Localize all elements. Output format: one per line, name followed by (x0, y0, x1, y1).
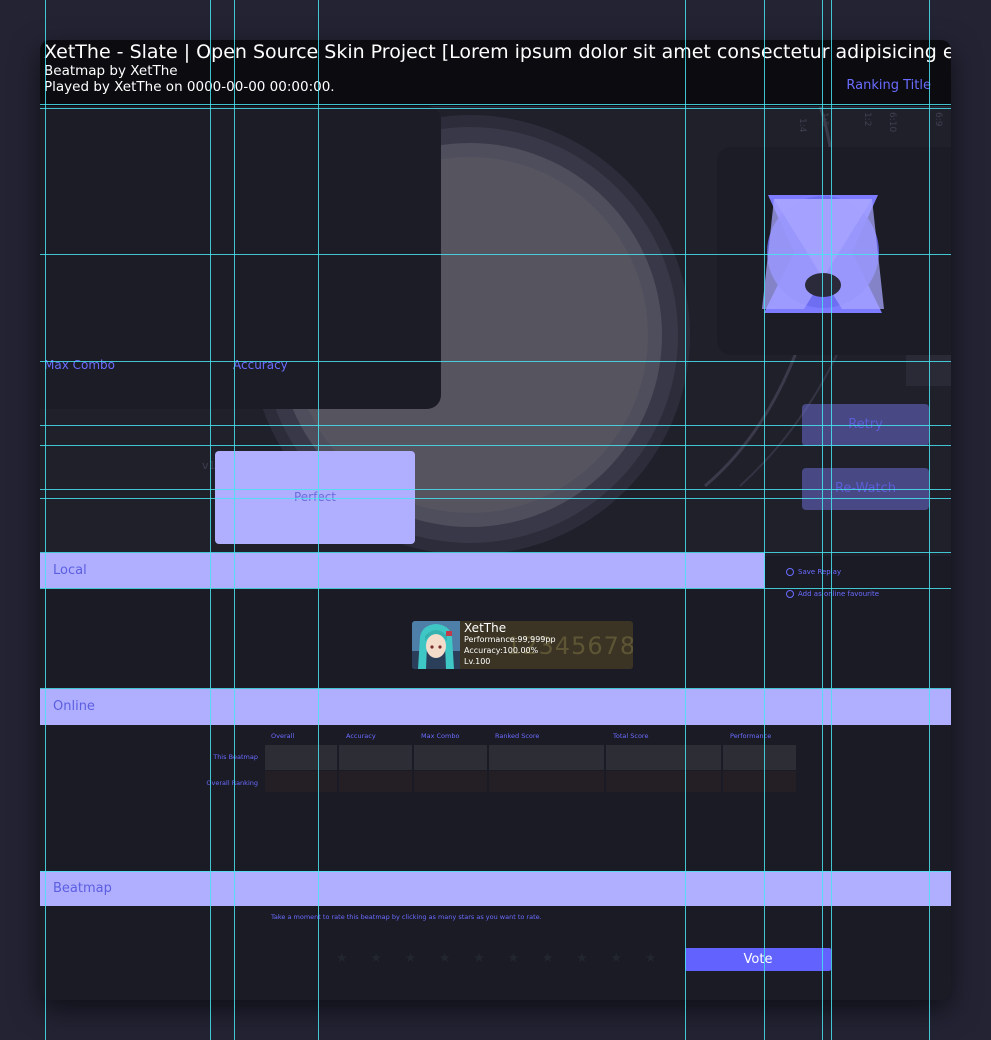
played-line: Played by XetThe on 0000-00-00 00:00:00. (44, 79, 335, 95)
cell-beatmap-performance (723, 745, 796, 770)
star-icon[interactable]: ★ (576, 951, 588, 966)
row-this-beatmap: This Beatmap (213, 753, 258, 761)
avatar (412, 621, 460, 669)
guide-line-vertical (45, 0, 46, 1040)
guide-line-vertical (764, 0, 765, 1040)
column-total-score: Total Score (613, 732, 649, 740)
guide-line-vertical (929, 0, 930, 1040)
guide-line-vertical (822, 0, 823, 1040)
column-performance: Performance (730, 732, 772, 740)
guide-line-horizontal (40, 254, 951, 255)
ranking-title: Ranking Title (846, 78, 931, 93)
player-performance: Performance:99,999pp (464, 635, 556, 644)
guide-line-horizontal (40, 445, 951, 446)
cell-overall-max-combo (414, 771, 487, 792)
star-icon[interactable]: ★ (645, 951, 657, 966)
grade-x-icon (762, 195, 884, 313)
player-level: Lv.100 (464, 657, 491, 666)
svg-text:1:5: 1:5 (819, 112, 829, 126)
cell-overall-accuracy (339, 771, 412, 792)
svg-text:6:10: 6:10 (887, 112, 897, 132)
cell-beatmap-ranked-score (489, 745, 604, 770)
mapper-line: Beatmap by XetThe (44, 63, 178, 79)
player-card[interactable]: 12345678 XetThe Performance:99,999pp Acc… (412, 621, 633, 669)
cell-overall-total-score (606, 771, 721, 792)
cell-overall-overall (265, 771, 337, 792)
add-favourite-label: Add as online favourite (798, 590, 880, 598)
results-window: 1:4 1:5 1:2 6:10 6:9 XetThe - Slate | Op… (40, 40, 951, 1000)
column-ranked-score: Ranked Score (495, 732, 540, 740)
guide-line-vertical (318, 0, 319, 1040)
guide-line-vertical (210, 0, 211, 1040)
version-text: v1 (202, 459, 216, 472)
song-title: XetThe - Slate | Open Source Skin Projec… (44, 41, 951, 63)
svg-text:1:4: 1:4 (797, 118, 807, 133)
star-icon[interactable]: ★ (370, 951, 382, 966)
row-overall-ranking: Overall Ranking (206, 779, 258, 787)
guide-line-horizontal (40, 871, 951, 872)
stats-panel: Max Combo Accuracy (40, 106, 441, 409)
cell-overall-performance (723, 771, 796, 792)
guide-line-horizontal (40, 108, 951, 109)
column-overall: Overall (271, 732, 295, 740)
guide-line-horizontal (40, 588, 951, 589)
star-icon[interactable]: ★ (542, 951, 554, 966)
column-max-combo: Max Combo (421, 732, 460, 740)
guide-line-horizontal (40, 688, 951, 689)
guide-line-vertical (685, 0, 686, 1040)
cell-beatmap-overall (265, 745, 337, 770)
guide-line-horizontal (40, 104, 951, 105)
rate-prompt: Take a moment to rate this beatmap by cl… (271, 913, 542, 921)
column-accuracy: Accuracy (346, 732, 376, 740)
guide-line-vertical (831, 0, 832, 1040)
star-icon[interactable]: ★ (439, 951, 451, 966)
section-beatmap: Beatmap (40, 871, 951, 906)
star-icon[interactable]: ★ (508, 951, 520, 966)
cell-overall-ranked-score (489, 771, 604, 792)
guide-line-horizontal (40, 361, 951, 362)
header-bar: XetThe - Slate | Open Source Skin Projec… (40, 40, 951, 107)
player-name: XetThe (464, 621, 507, 635)
guide-line-horizontal (40, 498, 951, 499)
add-favourite-option[interactable]: Add as online favourite (786, 590, 879, 598)
star-icon[interactable]: ★ (610, 951, 622, 966)
guide-line-vertical (234, 0, 235, 1040)
vote-button[interactable]: Vote (685, 948, 831, 971)
section-local: Local (40, 553, 765, 588)
save-replay-option[interactable]: Save Replay (786, 568, 841, 576)
save-replay-label: Save Replay (798, 568, 842, 576)
guide-line-horizontal (40, 552, 951, 553)
svg-text:1:2: 1:2 (862, 112, 872, 126)
svg-text:6:9: 6:9 (933, 112, 943, 127)
section-online: Online (40, 689, 951, 725)
star-icon[interactable]: ★ (405, 951, 417, 966)
cell-beatmap-max-combo (414, 745, 487, 770)
radio-icon (786, 568, 794, 576)
guide-line-horizontal (40, 425, 951, 426)
cell-beatmap-total-score (606, 745, 721, 770)
cell-beatmap-accuracy (339, 745, 412, 770)
star-icon[interactable]: ★ (336, 951, 348, 966)
guide-line-horizontal (40, 489, 951, 490)
star-icon[interactable]: ★ (473, 951, 485, 966)
player-accuracy: Accuracy:100.00% (464, 646, 539, 655)
radio-icon (786, 590, 794, 598)
